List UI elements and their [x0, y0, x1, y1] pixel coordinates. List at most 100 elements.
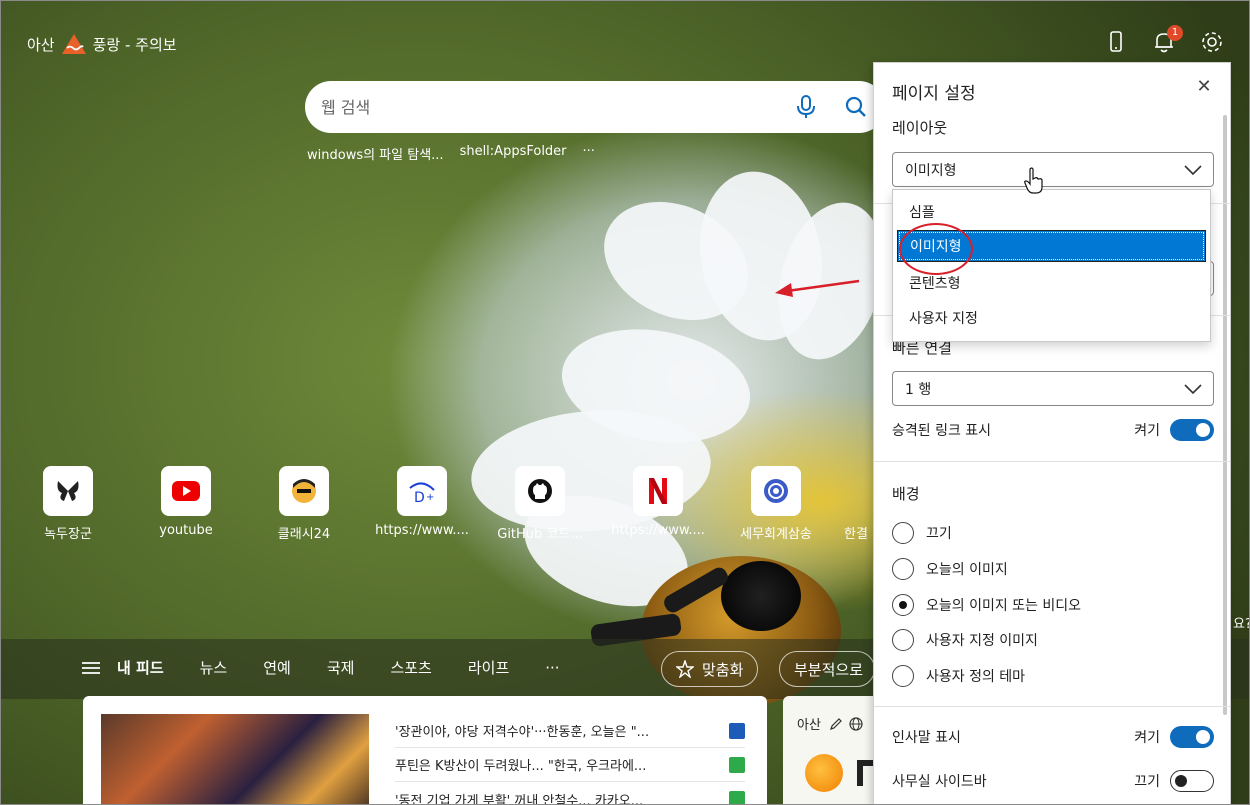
promoted-links-row: 승격된 링크 표시 켜기	[892, 419, 1214, 441]
gear-icon[interactable]	[1199, 29, 1225, 55]
quick-link-tile[interactable]: D + https://www....	[367, 466, 477, 538]
feed-tab-life[interactable]: 라이프	[468, 657, 509, 678]
quick-link-label: GitHub 코드...	[497, 527, 583, 542]
news-list: '장관이야, 야당 저격수야'···한동훈, 오늘은 "... 푸틴은 K방산이…	[395, 714, 745, 804]
radio-button[interactable]	[892, 558, 914, 580]
radio-label: 오늘의 이미지 또는 비디오	[926, 598, 1082, 614]
radio-button[interactable]	[892, 522, 914, 544]
background-option-daily-image[interactable]: 오늘의 이미지	[892, 558, 1008, 580]
news-headline: '장관이야, 야당 저격수야'···한동훈, 오늘은 "...	[395, 725, 650, 740]
feed-more-button[interactable]: ···	[545, 659, 559, 677]
promoted-links-toggle[interactable]	[1170, 419, 1214, 441]
greeting-state: 켜기	[1134, 730, 1160, 746]
news-card: '장관이야, 야당 저격수야'···한동훈, 오늘은 "... 푸틴은 K방산이…	[83, 696, 767, 804]
quick-links-select[interactable]: 1 행	[892, 371, 1214, 406]
edge-hint-text: 요?	[1233, 617, 1250, 632]
quick-links-select-value: 1 행	[905, 381, 932, 398]
quick-link-tile[interactable]: 녹두장군	[13, 466, 123, 542]
recent-more-button[interactable]: ···	[583, 144, 595, 163]
chevron-down-icon	[1184, 165, 1202, 176]
feed-tab-world[interactable]: 국제	[327, 657, 355, 678]
close-icon[interactable]: ✕	[1192, 75, 1216, 99]
quick-link-tile[interactable]: https://www....	[603, 466, 713, 538]
greeting-toggle[interactable]	[1170, 726, 1214, 748]
microphone-icon[interactable]	[795, 94, 817, 120]
weather-alert-text: 풍랑 - 주의보	[92, 35, 177, 54]
svg-text:+: +	[426, 492, 434, 503]
annotation-circle	[899, 223, 973, 275]
annotation-arrow	[775, 279, 860, 297]
warning-icon	[61, 34, 86, 54]
panel-title: 페이지 설정	[892, 84, 976, 104]
office-sidebar-toggle[interactable]	[1170, 770, 1214, 792]
disney-icon: D +	[409, 482, 435, 504]
butterfly-icon	[57, 481, 79, 501]
partial-view-button[interactable]: 부분적으로	[779, 651, 875, 687]
avatar-icon	[292, 479, 316, 503]
news-item[interactable]: '장관이야, 야당 저격수야'···한동훈, 오늘은 "...	[395, 714, 745, 748]
recent-search-item[interactable]: shell:AppsFolder	[460, 144, 567, 163]
radio-label: 사용자 지정 이미지	[926, 633, 1038, 649]
recent-search-item[interactable]: windows의 파일 탐색...	[307, 144, 444, 163]
bee-head	[721, 561, 801, 631]
hand-cursor-icon	[1024, 167, 1043, 194]
edit-pencil-icon[interactable]	[829, 717, 843, 731]
news-item[interactable]: '동전 기업 가게 부활' 꺼내 안철수... 카카오...	[395, 782, 745, 804]
feed-tab-entertainment[interactable]: 연예	[263, 657, 291, 678]
bell-icon[interactable]: 1	[1151, 25, 1183, 55]
radio-label: 오늘의 이미지	[926, 562, 1008, 578]
browser-viewport: 아산 풍랑 - 주의보 1 windows의 파일 탐색... shell:Ap…	[0, 0, 1250, 805]
layout-select[interactable]: 이미지형	[892, 152, 1214, 187]
news-item[interactable]: 푸틴은 K방산이 두려웠나... "한국, 우크라에...	[395, 748, 745, 782]
news-image[interactable]	[101, 714, 369, 804]
layout-label: 레이아웃	[892, 119, 948, 137]
background-option-custom-image[interactable]: 사용자 지정 이미지	[892, 629, 1038, 651]
recent-searches: windows의 파일 탐색... shell:AppsFolder ···	[307, 144, 595, 163]
phone-icon[interactable]	[1103, 29, 1129, 55]
feed-tab-sports[interactable]: 스포츠	[390, 657, 431, 678]
weather-card-location-text: 아산	[797, 718, 821, 733]
divider	[874, 706, 1230, 707]
quick-link-tile[interactable]: 클래시24	[249, 466, 359, 542]
background-option-custom-theme[interactable]: 사용자 정의 테마	[892, 665, 1025, 687]
hamburger-icon[interactable]	[81, 660, 101, 676]
quick-link-label: 세무회계삼송	[740, 527, 812, 542]
office-sidebar-state: 끄기	[1134, 774, 1160, 790]
quick-link-label: https://www....	[611, 523, 705, 538]
news-source-icon	[729, 722, 745, 739]
office-sidebar-row: 사무실 사이드바 끄기	[892, 770, 1214, 792]
personalize-button[interactable]: 맞춤화	[661, 651, 759, 687]
web-search-box	[305, 81, 885, 133]
radio-button-checked[interactable]	[892, 594, 914, 616]
divider	[874, 461, 1230, 462]
quick-link-tile[interactable]: 세무회계삼송	[721, 466, 831, 542]
feed-nav: 내 피드 뉴스 연예 국제 스포츠 라이프 ···	[81, 657, 560, 678]
feed-tab-my-feed[interactable]: 내 피드	[117, 657, 164, 678]
weather-location: 아산	[27, 35, 55, 54]
globe-icon	[764, 479, 788, 503]
search-input[interactable]	[321, 97, 781, 117]
globe-icon[interactable]	[849, 717, 863, 731]
personalize-label: 맞춤화	[702, 660, 744, 679]
promoted-links-state: 켜기	[1134, 423, 1160, 439]
background-option-off[interactable]: 끄기	[892, 522, 952, 544]
search-icon[interactable]	[843, 94, 869, 120]
netflix-icon	[649, 478, 667, 504]
background-option-daily-image-or-video[interactable]: 오늘의 이미지 또는 비디오	[892, 594, 1081, 616]
quick-link-tile[interactable]: youtube	[131, 466, 241, 538]
weather-card-location: 아산	[797, 714, 863, 733]
radio-button[interactable]	[892, 665, 914, 687]
weather-alert[interactable]: 아산 풍랑 - 주의보	[27, 33, 177, 55]
quick-link-label: 한결	[844, 527, 868, 542]
feed-tab-news[interactable]: 뉴스	[200, 657, 228, 678]
office-sidebar-label: 사무실 사이드바	[892, 774, 987, 790]
notification-badge: 1	[1167, 25, 1183, 41]
top-toolbar: 1	[1103, 25, 1225, 55]
youtube-icon	[172, 481, 200, 501]
panel-scrollbar[interactable]	[1223, 115, 1227, 715]
greeting-row: 인사말 표시 켜기	[892, 726, 1214, 748]
radio-button[interactable]	[892, 629, 914, 651]
quick-link-tile[interactable]: 한결	[839, 466, 873, 542]
quick-link-tile[interactable]: GitHub 코드...	[485, 466, 595, 542]
layout-option-custom[interactable]: 사용자 지정	[897, 302, 1206, 334]
